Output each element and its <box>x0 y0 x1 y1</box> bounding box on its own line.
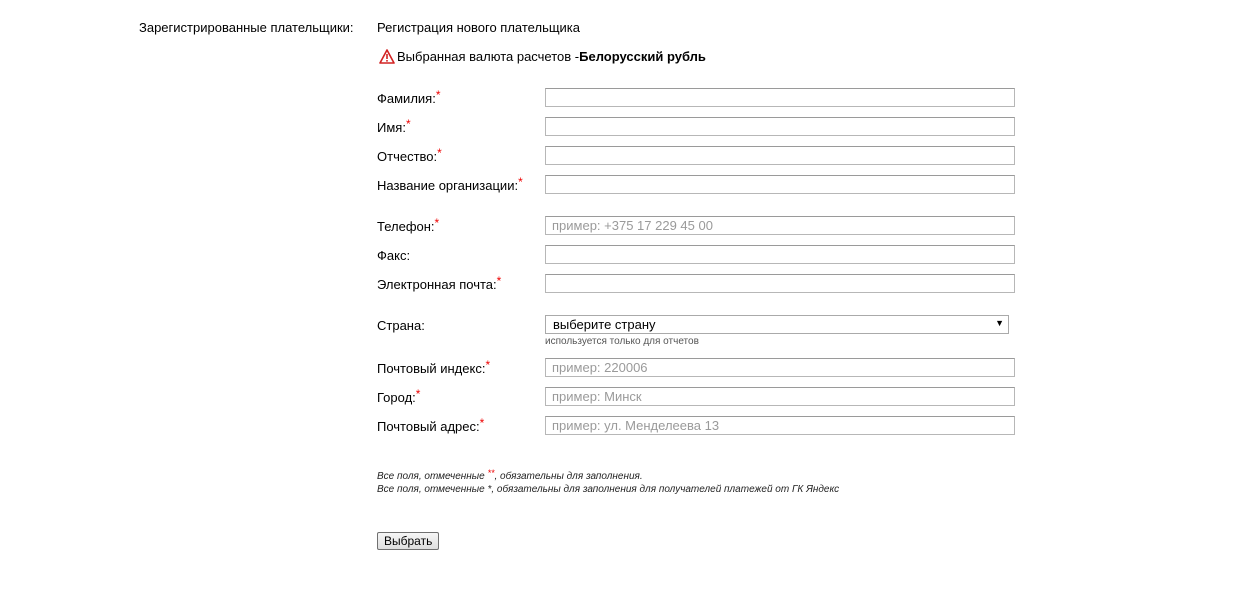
required-fields-notes: Все поля, отмеченные **, обязательны для… <box>377 468 840 496</box>
required-marker: * <box>496 274 502 288</box>
required-marker: * <box>434 216 440 230</box>
required-marker: * <box>437 146 442 160</box>
required-marker: * <box>479 416 485 430</box>
country-label: Страна: <box>377 318 425 333</box>
organization-label: Название организации:* <box>377 175 523 193</box>
postal-code-input[interactable] <box>545 358 1015 377</box>
currency-notice-text: Выбранная валюта расчетов - <box>397 48 580 64</box>
double-required-marker: ** <box>487 468 495 478</box>
required-marker: * <box>518 175 523 189</box>
warning-icon <box>379 48 395 64</box>
email-input[interactable] <box>545 274 1015 293</box>
select-button[interactable]: Выбрать <box>377 532 440 550</box>
notes-line-2: Все поля, отмеченные *, обязательны для … <box>377 484 840 495</box>
city-input[interactable] <box>545 387 1015 406</box>
middle-name-label: Отчество:* <box>377 146 442 164</box>
currency-name: Белорусский рубль <box>579 48 706 64</box>
dropdown-arrow-icon: ▼ <box>995 318 1004 328</box>
sidebar-title: Зарегистрированные плательщики: <box>139 20 354 35</box>
phone-input[interactable] <box>545 216 1015 235</box>
required-marker: * <box>435 88 441 102</box>
country-select-value: выберите страну <box>553 317 656 332</box>
first-name-label: Имя:* <box>377 117 411 135</box>
form-title: Регистрация нового плательщика <box>377 20 580 35</box>
fax-label: Факс: <box>377 248 411 263</box>
notes-line-1: Все поля, отмеченные **, обязательны для… <box>377 468 643 482</box>
city-label: Город:* <box>377 387 421 405</box>
required-marker: * <box>405 117 411 131</box>
last-name-label: Фамилия:* <box>377 88 441 106</box>
email-label: Электронная почта:* <box>377 274 502 292</box>
required-marker: * <box>415 387 421 401</box>
organization-input[interactable] <box>545 175 1015 194</box>
phone-label: Телефон:* <box>377 216 440 234</box>
first-name-input[interactable] <box>545 117 1015 136</box>
fax-input[interactable] <box>545 245 1015 264</box>
middle-name-input[interactable] <box>545 146 1015 165</box>
currency-notice: Выбранная валюта расчетов - Белорусский … <box>379 47 706 65</box>
country-hint: используется только для отчетов <box>545 336 699 347</box>
last-name-input[interactable] <box>545 88 1015 107</box>
country-select[interactable]: выберите страну ▼ <box>545 315 1009 334</box>
address-label: Почтовый адрес:* <box>377 416 485 434</box>
address-input[interactable] <box>545 416 1015 435</box>
required-marker: * <box>485 358 491 372</box>
postal-code-label: Почтовый индекс:* <box>377 358 491 376</box>
